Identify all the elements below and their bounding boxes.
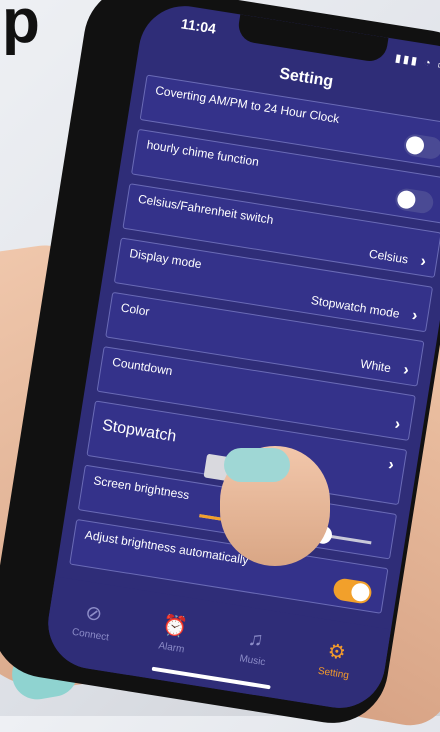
setting-label: Screen brightness [92, 473, 191, 503]
toggle-knob [404, 135, 426, 156]
tab-music[interactable]: ♫ Music [222, 624, 287, 671]
toggle-knob [396, 189, 417, 210]
chevron-right-icon: › [419, 252, 428, 271]
music-note-icon: ♫ [246, 627, 265, 652]
tab-label: Music [238, 653, 267, 669]
setting-label: Stopwatch [101, 416, 178, 446]
tab-label: Alarm [157, 640, 186, 656]
auto-brightness-toggle[interactable] [332, 577, 373, 605]
setting-label: Display mode [128, 246, 203, 272]
alarm-clock-icon: ⏰ [160, 613, 189, 640]
finger-nail [224, 448, 290, 482]
chevron-right-icon: › [387, 456, 395, 474]
setting-label: Countdown [111, 354, 174, 379]
chevron-right-icon: › [402, 361, 411, 380]
setting-label: Coverting AM/PM to 24 Hour Clock [154, 83, 341, 127]
clock-toggle[interactable] [402, 132, 440, 161]
gear-icon: ⚙ [326, 640, 348, 665]
tab-label: Setting [317, 665, 350, 682]
setting-label: Celsius/Fahrenheit switch [137, 191, 275, 227]
chevron-right-icon: › [393, 415, 402, 434]
setting-label: hourly chime function [145, 137, 260, 170]
phone: 11:04 ▮▮▮ ◔ ▭ Setting Coverting AM/PM to… [0, 0, 440, 731]
tab-label: Connect [71, 626, 110, 644]
setting-value: Celsius [368, 246, 410, 267]
link-icon: ⊘ [83, 601, 104, 627]
chevron-right-icon: › [410, 307, 419, 325]
tab-connect[interactable]: ⊘ Connect [60, 596, 126, 645]
corner-letter: p [2, 0, 40, 56]
setting-label: Color [119, 300, 151, 319]
tab-setting[interactable]: ⚙ Setting [303, 635, 369, 684]
setting-value: Stopwatch mode [310, 293, 401, 321]
setting-value: White [359, 356, 392, 376]
chime-toggle[interactable] [393, 187, 435, 215]
status-time: 11:04 [179, 15, 218, 37]
status-icons: ▮▮▮ ◔ ▭ [394, 52, 440, 73]
toggle-knob [350, 581, 371, 603]
tab-alarm[interactable]: ⏰ Alarm [141, 609, 207, 658]
